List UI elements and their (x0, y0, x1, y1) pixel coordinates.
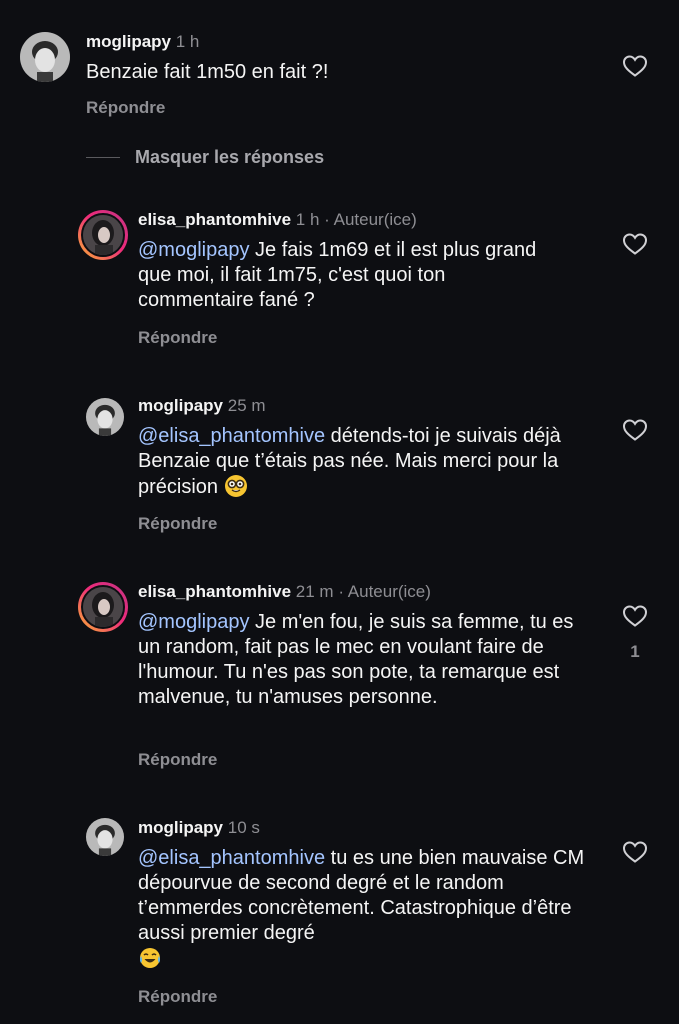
author-badge: · Auteur(ice) (324, 210, 417, 229)
comment-meta: elisa_phantomhive 21 m · Auteur(ice) (138, 582, 431, 602)
comment-text: @elisa_phantomhive tu es une bien mauvai… (138, 846, 588, 972)
avatar[interactable] (86, 398, 124, 436)
like-heart-icon[interactable] (622, 840, 648, 864)
reply-button[interactable]: Répondre (138, 514, 217, 534)
comment-text: @moglipapy Je fais 1m69 et il est plus g… (138, 238, 558, 313)
like-heart-icon[interactable] (622, 54, 648, 78)
comment-body: Benzaie fait 1m50 en fait ?! (86, 61, 329, 83)
avatar-photo (86, 398, 124, 436)
username[interactable]: moglipapy (138, 396, 223, 415)
timestamp: 10 s (227, 818, 260, 837)
reply-button[interactable]: Répondre (86, 98, 165, 118)
divider-line (86, 157, 120, 158)
comment-meta: moglipapy 25 m (138, 396, 266, 416)
reply-button[interactable]: Répondre (138, 987, 217, 1007)
hide-replies-label[interactable]: Masquer les réponses (135, 147, 324, 168)
like-heart-icon[interactable] (622, 418, 648, 442)
like-heart-icon[interactable] (622, 232, 648, 256)
comment-text: @elisa_phantomhive détends-toi je suivai… (138, 424, 588, 500)
comment-meta: moglipapy 1 h (86, 32, 199, 52)
mention-link[interactable]: @elisa_phantomhive (138, 425, 325, 447)
reply-button[interactable]: Répondre (138, 328, 217, 348)
comment-meta: elisa_phantomhive 1 h · Auteur(ice) (138, 210, 417, 230)
username[interactable]: moglipapy (86, 32, 171, 51)
like-count: 1 (630, 642, 640, 661)
mention-link[interactable]: @moglipapy (138, 239, 249, 261)
username[interactable]: moglipapy (138, 818, 223, 837)
nerd-face-emoji-icon (224, 474, 248, 498)
comment-text: @moglipapy Je m'en fou, je suis sa femme… (138, 610, 588, 710)
timestamp: 25 m (227, 396, 266, 415)
username[interactable]: elisa_phantomhive (138, 582, 291, 601)
author-badge: · Auteur(ice) (338, 582, 431, 601)
tears-of-joy-emoji-icon (138, 946, 162, 970)
avatar-story-ring[interactable] (78, 582, 128, 632)
timestamp: 1 h (175, 32, 200, 51)
like-heart-icon[interactable] (622, 604, 648, 628)
avatar-story-ring[interactable] (78, 210, 128, 260)
reply-button[interactable]: Répondre (138, 750, 217, 770)
timestamp: 21 m (295, 582, 334, 601)
avatar-photo (20, 32, 70, 82)
avatar[interactable] (20, 32, 70, 82)
comment-text: Benzaie fait 1m50 en fait ?! (86, 60, 586, 85)
mention-link[interactable]: @moglipapy (138, 611, 249, 633)
mention-link[interactable]: @elisa_phantomhive (138, 847, 325, 869)
timestamp: 1 h (295, 210, 320, 229)
avatar-photo (86, 818, 124, 856)
avatar-photo (83, 587, 123, 627)
avatar-photo (83, 215, 123, 255)
avatar[interactable] (86, 818, 124, 856)
username[interactable]: elisa_phantomhive (138, 210, 291, 229)
comment-meta: moglipapy 10 s (138, 818, 260, 838)
